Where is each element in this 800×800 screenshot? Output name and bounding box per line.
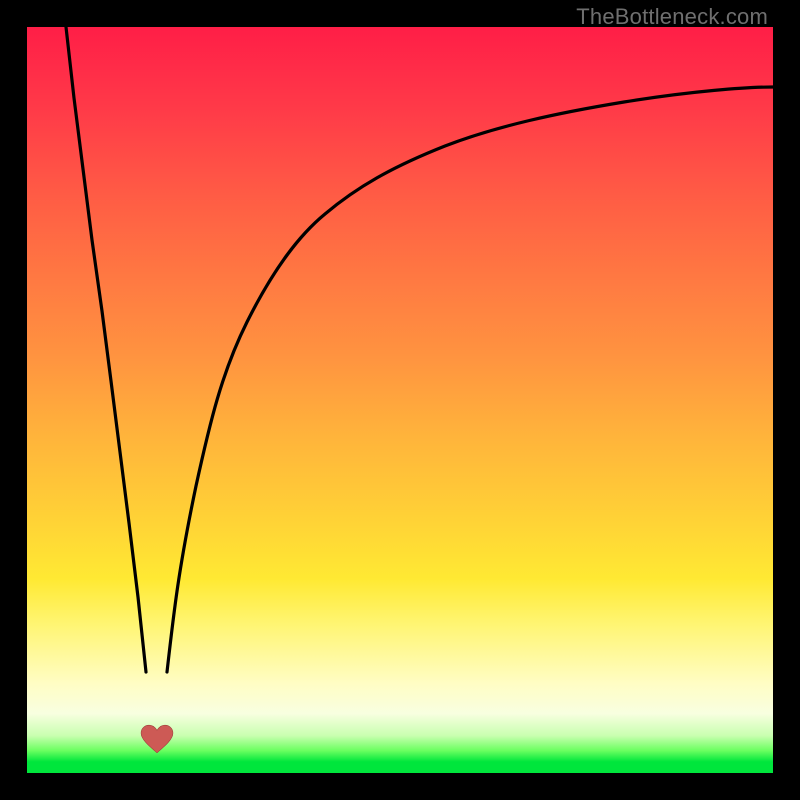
optimal-point-heart-icon bbox=[140, 724, 174, 754]
chart-frame: TheBottleneck.com bbox=[0, 0, 800, 800]
curve-right-branch bbox=[167, 87, 773, 672]
curve-left-branch bbox=[66, 27, 146, 672]
bottleneck-curve bbox=[27, 27, 773, 773]
watermark-text: TheBottleneck.com bbox=[576, 4, 768, 30]
plot-area bbox=[27, 27, 773, 773]
